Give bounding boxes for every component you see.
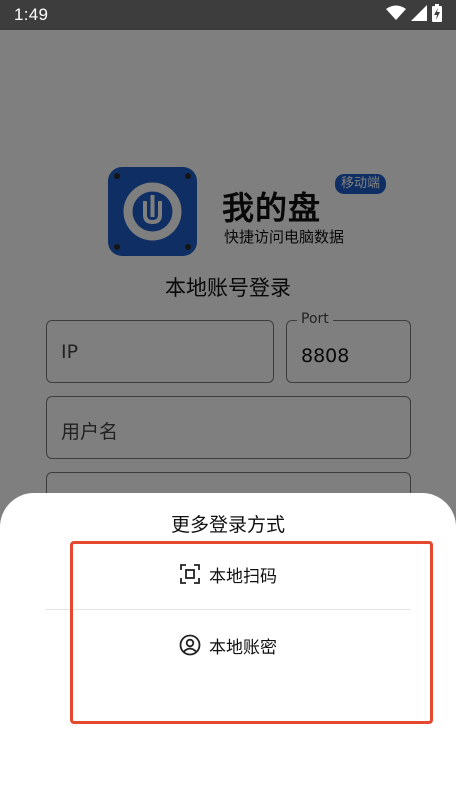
local-password-label: 本地账密 [209,637,277,658]
sheet-title: 更多登录方式 [170,514,285,536]
status-time: 1:49 [14,5,49,24]
screen: 1:49 我的盘 移 [0,0,456,811]
signal-icon [411,4,427,26]
login-methods-sheet: 更多登录方式 本地扫码 本地账密 [0,493,456,811]
scan-icon [179,563,201,585]
local-scan-label: 本地扫码 [209,566,277,587]
battery-icon [432,3,442,27]
wifi-icon [386,5,406,26]
local-scan-option[interactable]: 本地扫码 [46,544,410,604]
status-bar: 1:49 [0,0,456,30]
user-icon [179,634,201,656]
status-icons [386,3,442,27]
local-password-option[interactable]: 本地账密 [46,615,410,675]
option-divider [46,609,410,610]
